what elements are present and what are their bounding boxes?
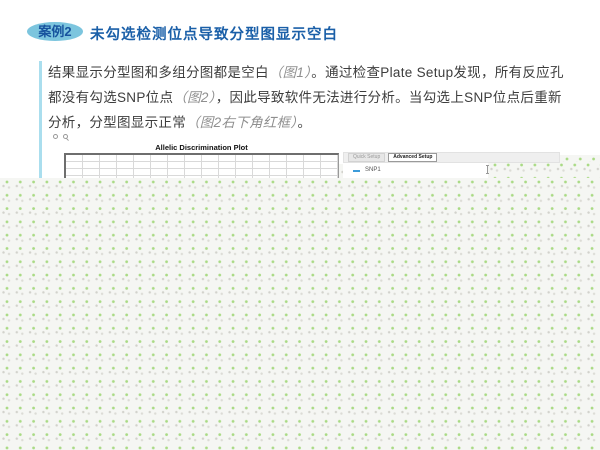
body-text: 。: [297, 115, 311, 130]
snp-row-label: SNP1: [365, 167, 381, 173]
dotted-background-patch: [560, 155, 600, 162]
body-paragraph: 结果显示分型图和多组分图都是空白（图1）。通过检查Plate Setup发现，所…: [48, 60, 567, 135]
figure-reference: （图2）: [173, 90, 215, 105]
figure-reference: （图2右下角红框）: [186, 115, 297, 130]
plot-title: Allelic Discrimination Plot: [64, 143, 339, 152]
dotted-background-patch: [488, 161, 600, 178]
dotted-background: [0, 178, 600, 450]
plot-toolbar: [53, 134, 68, 139]
magnifier-icon: [63, 134, 68, 139]
tab-advanced-setup[interactable]: Advanced Setup: [388, 153, 437, 162]
setup-tabbar: Quick Setup Advanced Setup: [343, 152, 560, 163]
allelic-discrimination-plot-grid: [64, 153, 339, 178]
case-number-label: 案例2: [38, 24, 71, 39]
snp-row[interactable]: SNP1: [343, 163, 488, 178]
page-title: 未勾选检测位点导致分型图显示空白: [90, 23, 338, 44]
quote-accent-line: [39, 61, 42, 178]
case-number-badge: 案例2: [27, 22, 83, 41]
text-cursor-icon: [487, 165, 488, 174]
tab-quick-setup[interactable]: Quick Setup: [348, 153, 385, 162]
page: 案例2 未勾选检测位点导致分型图显示空白 结果显示分型图和多组分图都是空白（图1…: [0, 0, 600, 450]
circle-tool-icon: [53, 134, 58, 139]
blue-dash-icon: [353, 170, 360, 172]
body-text: 结果显示分型图和多组分图都是空白: [48, 65, 269, 80]
figure-reference: （图1）: [269, 65, 311, 80]
